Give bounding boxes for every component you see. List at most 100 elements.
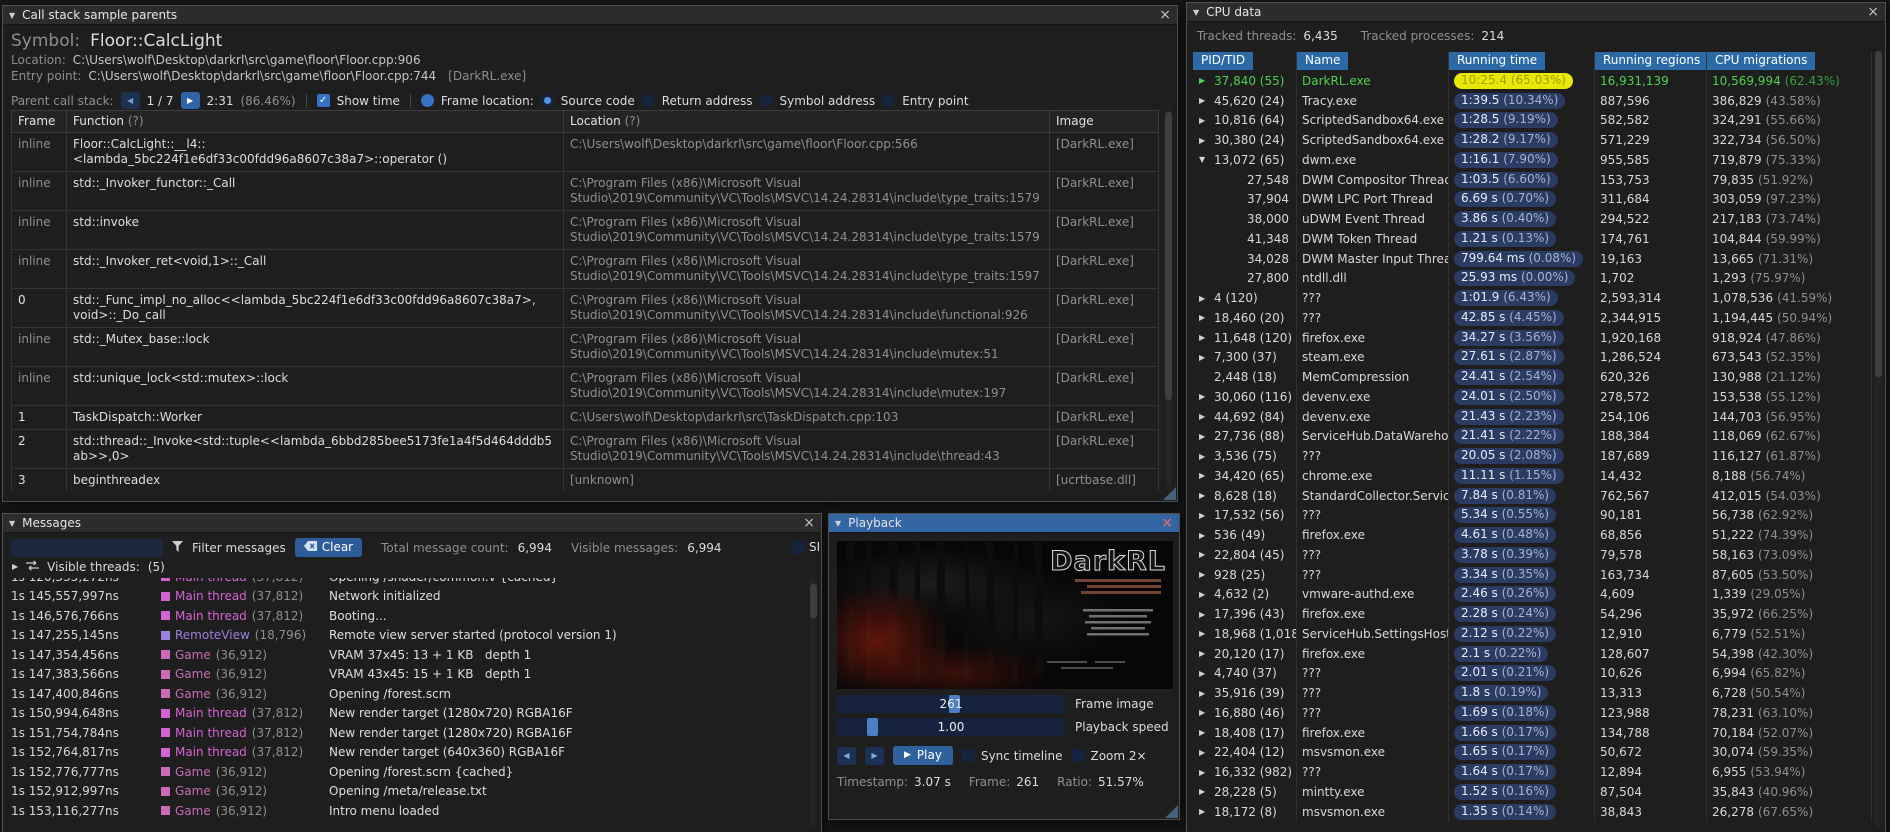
callstack-row[interactable]: inline std::unique_lock<std::mutex>::lock… — [11, 366, 1159, 406]
close-icon[interactable]: × — [1159, 8, 1171, 22]
expand-row-icon[interactable]: ▶ — [1199, 452, 1209, 461]
running-regions-column-header[interactable]: Running regions — [1595, 52, 1706, 70]
cpu-titlebar[interactable]: ▼ CPU data × — [1187, 3, 1885, 22]
cpu-row[interactable]: ▶ 10,816 (64) ScriptedSandbox64.exe 1:28.5 … — [1193, 110, 1872, 131]
cpu-row[interactable]: ▶ 11,648 (120) firefox.exe 34.27 s (3.56%) 1… — [1193, 327, 1872, 348]
cpu-migrations-column-header[interactable]: CPU migrations — [1707, 52, 1816, 70]
expand-row-icon[interactable]: ▶ — [1199, 689, 1209, 698]
cpu-row[interactable]: ▶ 16,332 (982)??? 1.64 s (0.17%) 12,894 6,95… — [1193, 762, 1872, 782]
expand-row-icon[interactable]: ▶ — [1199, 76, 1209, 85]
cpu-row[interactable]: ▶ 28,228 (5) mintty.exe 1.52 s (0.16%) 87,50… — [1193, 782, 1872, 802]
name-column-header[interactable]: Name — [1297, 52, 1349, 70]
cpu-row[interactable]: ▶ 44,692 (84) devenv.exe 21.43 s (2.23%) 254… — [1193, 406, 1872, 427]
cpu-row[interactable]: ▶ 18,408 (17) firefox.exe 1.66 s (0.17%) 134… — [1193, 722, 1872, 743]
callstack-row[interactable]: 2 std::thread::_Invoke<std::tuple<<lambda… — [11, 429, 1159, 469]
expand-row-icon[interactable]: ▶ — [1199, 511, 1209, 520]
entry-point-radio[interactable] — [882, 94, 896, 107]
cpu-row[interactable]: ▶ 18,968 (1,018)ServiceHub.SettingsHost.e… — [1193, 624, 1872, 644]
expand-row-icon[interactable]: ▶ — [1199, 471, 1209, 480]
cpu-row[interactable]: ▶ 3,536 (75)??? 20.05 s (2.08%) 187,689 116,… — [1193, 446, 1872, 466]
cpu-row[interactable]: ▶ 8,628 (18) StandardCollector.Service.e 7.… — [1193, 485, 1872, 506]
message-row[interactable]: 1s 153,116,277ns Game (36,912) Intro menu l… — [11, 801, 807, 821]
play-button[interactable]: ▶ Play — [893, 746, 953, 765]
cpu-row[interactable]: ▼ 13,072 (65) dwm.exe 1:16.1 (7.90%) 955,585… — [1193, 150, 1872, 170]
playback-titlebar[interactable]: ▼ Playback × — [829, 514, 1179, 533]
expand-row-icon[interactable]: ▶ — [1199, 629, 1209, 638]
expand-row-icon[interactable]: ▶ — [1199, 708, 1209, 717]
cpu-row[interactable]: ▶ 22,804 (45)??? 3.78 s (0.39%) 79,578 58,16… — [1193, 545, 1872, 565]
callstack-row[interactable]: 1 TaskDispatch::Worker C:\Users\wolf\Deskt… — [11, 405, 1159, 430]
resize-grip[interactable] — [1163, 487, 1176, 500]
cpu-row[interactable]: ▶27,548DWM Compositor Thread 1:03.5 (6.60… — [1193, 169, 1872, 190]
close-icon[interactable]: × — [803, 516, 815, 530]
cpu-row[interactable]: ▶2,448 (18)MemCompression 24.41 s (2.54%)… — [1193, 367, 1872, 387]
filter-input[interactable] — [11, 538, 163, 557]
message-row[interactable]: 1s 147,255,145ns RemoteView (18,796) Remote… — [11, 626, 807, 646]
close-icon[interactable]: × — [1867, 5, 1879, 19]
cpu-row[interactable]: ▶ 20,120 (17) firefox.exe 2.1 s (0.22%) 128,… — [1193, 643, 1872, 664]
message-row[interactable]: 1s 147,354,456ns Game (36,912) VRAM 37x45: … — [11, 645, 807, 665]
message-row[interactable]: 1s 147,383,566ns Game (36,912) VRAM 43x45: … — [11, 665, 807, 685]
callstack-row[interactable]: inline std::_Invoker_functor::_Call C:\Pro… — [11, 171, 1159, 211]
expand-row-icon[interactable]: ▶ — [1199, 610, 1209, 619]
collapse-icon[interactable]: ▼ — [9, 519, 15, 528]
expand-row-icon[interactable]: ▶ — [1199, 590, 1209, 599]
prev-callstack-button[interactable]: ◀ — [120, 92, 140, 109]
collapse-icon[interactable]: ▼ — [1193, 8, 1199, 17]
expand-row-icon[interactable]: ▶ — [1199, 392, 1209, 401]
callstack-row[interactable]: inline std::invoke C:\Program Files (x86)\… — [11, 210, 1159, 250]
message-row[interactable]: 1s 152,764,817ns Main thread (37,812) New r… — [11, 743, 807, 763]
return-address-radio[interactable] — [641, 94, 655, 107]
expand-row-icon[interactable]: ▶ — [1199, 669, 1209, 678]
clear-button[interactable]: Clear — [294, 538, 363, 557]
callstack-scrollbar[interactable] — [1165, 110, 1172, 489]
cpu-row[interactable]: ▶ 27,736 (88) ServiceHub.DataWarehouse 21.4… — [1193, 426, 1872, 447]
cpu-row[interactable]: ▶ 18,172 (8) msvsmon.exe 1.35 s (0.14%) 38,8… — [1193, 801, 1872, 822]
step-back-button[interactable]: ◀ — [837, 746, 856, 765]
running-time-column-header[interactable]: Running time — [1449, 52, 1546, 70]
close-icon[interactable]: × — [1161, 516, 1173, 530]
speed-slider[interactable]: 1.00 — [837, 718, 1065, 736]
cpu-row[interactable]: ▶37,904DWM LPC Port Thread 6.69 s (0.70%)… — [1193, 189, 1872, 210]
collapse-icon[interactable]: ▼ — [835, 519, 841, 528]
visible-threads-header[interactable]: ▶ Visible threads: (5) — [3, 560, 821, 577]
expand-row-icon[interactable]: ▶ — [1199, 728, 1209, 737]
expand-row-icon[interactable]: ▶ — [1199, 96, 1209, 105]
cpu-row[interactable]: ▶ 30,060 (116) devenv.exe 24.01 s (2.50%) 27… — [1193, 387, 1872, 407]
expand-row-icon[interactable]: ▶ — [1199, 787, 1209, 796]
messages-scrollbar[interactable] — [810, 578, 817, 828]
cpu-row[interactable]: ▶38,000uDWM Event Thread 3.86 s (0.40%) 29… — [1193, 209, 1872, 229]
expand-row-icon[interactable]: ▶ — [1199, 531, 1209, 540]
next-callstack-button[interactable]: ▶ — [180, 92, 200, 109]
expand-row-icon[interactable]: ▶ — [1199, 649, 1209, 658]
message-row[interactable]: 1s 120,335,272ns Main thread (37,812) Openi… — [11, 578, 807, 587]
collapse-row-icon[interactable]: ▼ — [1199, 155, 1209, 164]
expand-row-icon[interactable]: ▶ — [1199, 353, 1209, 362]
cpu-row[interactable]: ▶ 37,840 (55) DarkRL.exe 10:25.4 (65.03%) 16… — [1193, 71, 1872, 91]
expand-row-icon[interactable]: ▶ — [1199, 333, 1209, 342]
cpu-row[interactable]: ▶ 35,916 (39)??? 1.8 s (0.19%) 13,313 6,728(… — [1193, 683, 1872, 703]
resize-grip[interactable] — [1165, 805, 1178, 818]
expand-row-icon[interactable]: ▶ — [1199, 136, 1209, 145]
expand-row-icon[interactable]: ▶ — [1199, 116, 1209, 125]
message-row[interactable]: 1s 146,576,766ns Main thread (37,812) Booti… — [11, 606, 807, 626]
cpu-row[interactable]: ▶34,028DWM Master Input Thread 799.64 ms … — [1193, 248, 1872, 269]
step-forward-button[interactable]: ▶ — [865, 746, 884, 765]
collapse-icon[interactable]: ▼ — [9, 11, 15, 20]
cpu-row[interactable]: ▶ 22,404 (12) msvsmon.exe 1.65 s (0.17%) 50,… — [1193, 742, 1872, 763]
expand-row-icon[interactable]: ▶ — [1199, 570, 1209, 579]
expand-row-icon[interactable]: ▶ — [1199, 768, 1209, 777]
cpu-row[interactable]: ▶ 4,632 (2) vmware-authd.exe 2.46 s (0.26%)… — [1193, 584, 1872, 605]
show-time-checkbox[interactable]: ✓ — [316, 94, 330, 107]
message-row[interactable]: 1s 151,754,784ns Main thread (37,812) New r… — [11, 723, 807, 743]
message-row[interactable]: 1s 152,912,997ns Game (36,912) Opening /met… — [11, 782, 807, 802]
cpu-row[interactable]: ▶ 536 (49) firefox.exe 4.61 s (0.48%) 68,856… — [1193, 525, 1872, 545]
message-row[interactable]: 1s 145,557,997ns Main thread (37,812) Netwo… — [11, 587, 807, 607]
source-code-radio[interactable] — [540, 94, 554, 107]
clipped-checkbox[interactable] — [791, 540, 804, 554]
cpu-row[interactable]: ▶27,800ntdll.dll25.93 ms (0.00%)1,7021,2… — [1193, 268, 1872, 289]
callstack-row[interactable]: inline std::_Invoker_ret<void,1>::_Call C:… — [11, 249, 1159, 289]
cpu-row[interactable]: ▶ 30,380 (24) ScriptedSandbox64.exe 1:28.2 … — [1193, 130, 1872, 150]
expand-row-icon[interactable]: ▶ — [1199, 748, 1209, 757]
expand-row-icon[interactable]: ▶ — [1199, 432, 1209, 441]
